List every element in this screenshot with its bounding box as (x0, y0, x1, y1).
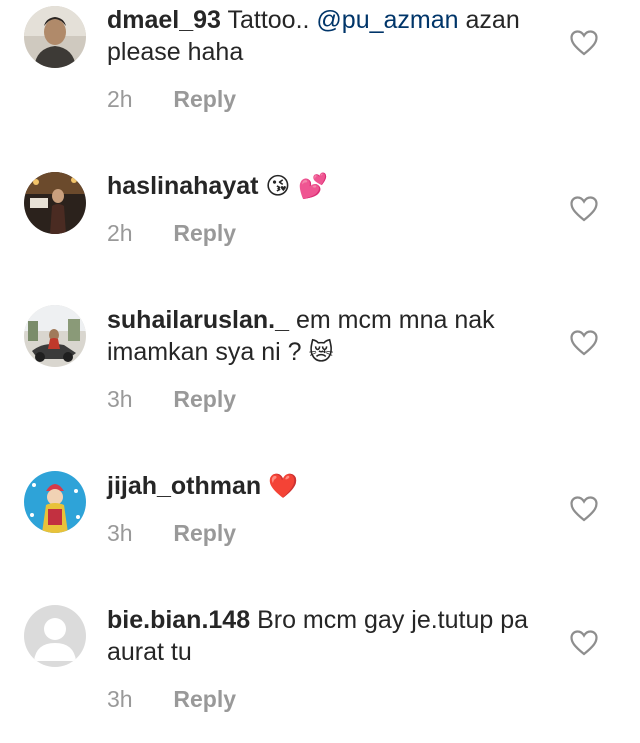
comment-timestamp: 2h (107, 220, 133, 246)
avatar[interactable] (24, 172, 86, 234)
like-heart-icon[interactable] (570, 330, 598, 356)
comment-username[interactable]: bie.bian.148 (107, 606, 250, 634)
comment-text: bie.bian.148 Bro mcm gay je.tutup pa aur… (107, 604, 562, 668)
comment-username[interactable]: dmael_93 (107, 6, 221, 34)
like-heart-icon[interactable] (570, 196, 598, 222)
comment-mention-link[interactable]: @pu_azman (316, 6, 458, 34)
profile-photo-icon (24, 6, 86, 68)
avatar[interactable] (24, 6, 86, 68)
comment-text: dmael_93 Tattoo.. @pu_azman azan please … (107, 4, 562, 68)
comment-username[interactable]: jijah_othman (107, 472, 261, 500)
comment-text: jijah_othman ❤️ (107, 470, 562, 502)
default-avatar-icon (24, 605, 86, 667)
profile-photo-icon (24, 471, 86, 533)
comment-username[interactable]: suhailaruslan._ (107, 306, 289, 334)
reply-button[interactable]: Reply (173, 386, 236, 412)
comment-timestamp: 3h (107, 686, 133, 712)
like-heart-icon[interactable] (570, 630, 598, 656)
comment-timestamp: 2h (107, 86, 133, 112)
like-heart-icon[interactable] (570, 30, 598, 56)
profile-photo-icon (24, 305, 86, 367)
comment-username[interactable]: haslinahayat (107, 172, 258, 200)
comment-text: suhailaruslan._ em mcm mna nak imamkan s… (107, 304, 562, 368)
reply-button[interactable]: Reply (173, 220, 236, 246)
like-heart-icon[interactable] (570, 496, 598, 522)
avatar[interactable] (24, 471, 86, 533)
reply-button[interactable]: Reply (173, 86, 236, 112)
profile-photo-icon (24, 172, 86, 234)
comment-emoji: 😿 (308, 338, 334, 366)
reply-button[interactable]: Reply (173, 520, 236, 546)
comment-text: haslinahayat 😘 💕 (107, 170, 562, 202)
comment-timestamp: 3h (107, 386, 133, 412)
reply-button[interactable]: Reply (173, 686, 236, 712)
comment-text-part: Tattoo.. (227, 6, 317, 34)
comment-emoji: ❤️ (268, 472, 299, 500)
comment-timestamp: 3h (107, 520, 133, 546)
comment-emoji: 😘 💕 (265, 172, 328, 200)
avatar[interactable] (24, 305, 86, 367)
avatar[interactable] (24, 605, 86, 667)
